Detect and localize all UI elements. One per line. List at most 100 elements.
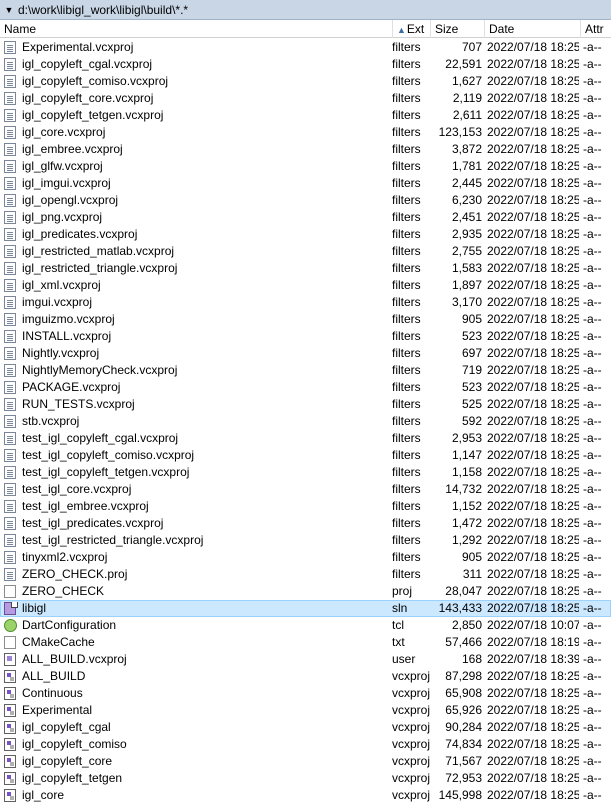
file-icon <box>4 500 18 513</box>
file-date: 2022/07/18 18:25 <box>487 91 579 105</box>
column-header-attr-label: Attr <box>585 22 604 36</box>
file-row[interactable]: igl_embree.vcxproj filters 3,872 2022/07/18… <box>0 141 611 158</box>
file-row[interactable]: igl_copyleft_core vcxproj 71,567 2022/07/18… <box>0 753 611 770</box>
column-header-date-label: Date <box>489 22 515 36</box>
file-ext: filters <box>392 550 421 564</box>
file-row[interactable]: igl_copyleft_comiso vcxproj 74,834 2022/07/… <box>0 736 611 753</box>
file-row[interactable]: CMakeCache txt 57,466 2022/07/18 18:19 -a-- <box>0 634 611 651</box>
file-date: 2022/07/18 18:25 <box>487 210 579 224</box>
file-size: 707 <box>461 40 482 54</box>
file-name: igl_png.vcxproj <box>22 210 103 224</box>
file-row[interactable]: test_igl_core.vcxproj filters 14,732 2022/0… <box>0 481 611 498</box>
file-row[interactable]: INSTALL.vcxproj filters 523 2022/07/18 18:2… <box>0 328 611 345</box>
file-row[interactable]: imguizmo.vcxproj filters 905 2022/07/18 18:… <box>0 311 611 328</box>
column-header-date[interactable]: Date <box>485 20 581 38</box>
file-row[interactable]: igl_copyleft_cgal vcxproj 90,284 2022/07/18… <box>0 719 611 736</box>
dropdown-arrow-icon[interactable]: ▼ <box>2 5 16 15</box>
file-row[interactable]: test_igl_predicates.vcxproj filters 1,472 2… <box>0 515 611 532</box>
file-name: igl_copyleft_core.vcxproj <box>22 91 154 105</box>
file-date: 2022/07/18 18:25 <box>487 567 579 581</box>
file-size: 1,152 <box>451 499 482 513</box>
file-name: igl_copyleft_core <box>22 754 113 768</box>
file-name: test_igl_embree.vcxproj <box>22 499 149 513</box>
file-ext: filters <box>392 91 421 105</box>
blank-file-icon-glyph <box>4 585 16 598</box>
file-ext: filters <box>392 108 421 122</box>
file-row[interactable]: libigl sln 143,433 2022/07/18 18:25 -a-- <box>0 600 611 617</box>
file-row[interactable]: igl_copyleft_cgal.vcxproj filters 22,591 20… <box>0 56 611 73</box>
file-row[interactable]: PACKAGE.vcxproj filters 523 2022/07/18 18:2… <box>0 379 611 396</box>
column-header-ext[interactable]: ▲Ext <box>393 20 431 38</box>
file-row[interactable]: ALL_BUILD.vcxproj user 168 2022/07/18 18:39… <box>0 651 611 668</box>
file-icon <box>4 449 18 462</box>
file-row[interactable]: igl_core.vcxproj filters 123,153 2022/07/18… <box>0 124 611 141</box>
file-size: 72,953 <box>445 771 482 785</box>
file-row[interactable]: igl_copyleft_tetgen vcxproj 72,953 2022/07/… <box>0 770 611 787</box>
file-attr: -a-- <box>583 380 602 394</box>
file-row[interactable]: igl_copyleft_comiso.vcxproj filters 1,627 2… <box>0 73 611 90</box>
file-row[interactable]: NightlyMemoryCheck.vcxproj filters 719 2022… <box>0 362 611 379</box>
file-row[interactable]: test_igl_embree.vcxproj filters 1,152 2022/… <box>0 498 611 515</box>
file-row[interactable]: igl_glfw.vcxproj filters 1,781 2022/07/18 1… <box>0 158 611 175</box>
sort-ascending-icon: ▲ <box>397 25 406 35</box>
file-icon-glyph <box>4 92 16 105</box>
file-icon <box>4 517 18 530</box>
file-row[interactable]: test_igl_restricted_triangle.vcxproj filt… <box>0 532 611 549</box>
file-row[interactable]: ZERO_CHECK.proj filters 311 2022/07/18 18:2… <box>0 566 611 583</box>
file-row[interactable]: igl_copyleft_core.vcxproj filters 2,119 202… <box>0 90 611 107</box>
file-attr: -a-- <box>583 397 602 411</box>
file-row[interactable]: test_igl_copyleft_cgal.vcxproj filters 2,9… <box>0 430 611 447</box>
vcxproj-icon-glyph <box>4 789 16 802</box>
file-row[interactable]: stb.vcxproj filters 592 2022/07/18 18:25 -a-… <box>0 413 611 430</box>
file-row[interactable]: igl_opengl.vcxproj filters 6,230 2022/07/18… <box>0 192 611 209</box>
file-row[interactable]: Continuous vcxproj 65,908 2022/07/18 18:25-… <box>0 685 611 702</box>
file-icon-glyph <box>4 483 16 496</box>
file-name: tinyxml2.vcxproj <box>22 550 108 564</box>
file-attr: -a-- <box>583 91 602 105</box>
file-ext: filters <box>392 414 421 428</box>
file-row[interactable]: igl_core vcxproj 145,998 2022/07/18 18:25 -a… <box>0 787 611 804</box>
column-header-size[interactable]: Size <box>431 20 485 38</box>
file-row[interactable]: igl_png.vcxproj filters 2,451 2022/07/18 18… <box>0 209 611 226</box>
file-date: 2022/07/18 18:25 <box>487 499 579 513</box>
file-size: 905 <box>461 312 482 326</box>
file-row[interactable]: Experimental.vcxproj filters 707 2022/07/18… <box>0 39 611 56</box>
file-row[interactable]: ZERO_CHECK proj 28,047 2022/07/18 18:25 -a-- <box>0 583 611 600</box>
file-row[interactable]: ALL_BUILD vcxproj 87,298 2022/07/18 18:25 -a… <box>0 668 611 685</box>
file-name: igl_core <box>22 788 65 802</box>
file-row[interactable]: imgui.vcxproj filters 3,170 2022/07/18 18:2… <box>0 294 611 311</box>
file-row[interactable]: igl_predicates.vcxproj filters 2,935 2022/0… <box>0 226 611 243</box>
file-ext: filters <box>392 261 421 275</box>
file-row[interactable]: Experimental vcxproj 65,926 2022/07/18 18:2… <box>0 702 611 719</box>
file-row[interactable]: RUN_TESTS.vcxproj filters 525 2022/07/18 18… <box>0 396 611 413</box>
file-name: PACKAGE.vcxproj <box>22 380 121 394</box>
file-row[interactable]: DartConfiguration tcl 2,850 2022/07/18 10:0… <box>0 617 611 634</box>
path-bar[interactable]: ▼ d:\work\libigl_work\libigl\build\*.* <box>0 0 611 20</box>
file-row[interactable]: igl_restricted_triangle.vcxproj filters 1,… <box>0 260 611 277</box>
file-ext: filters <box>392 176 421 190</box>
file-row[interactable]: Nightly.vcxproj filters 697 2022/07/18 18:2… <box>0 345 611 362</box>
file-row[interactable]: igl_copyleft_tetgen.vcxproj filters 2,611 2… <box>0 107 611 124</box>
file-row[interactable]: tinyxml2.vcxproj filters 905 2022/07/18 18:… <box>0 549 611 566</box>
file-row[interactable]: test_igl_copyleft_tetgen.vcxproj filters 1… <box>0 464 611 481</box>
file-row[interactable]: igl_imgui.vcxproj filters 2,445 2022/07/18 … <box>0 175 611 192</box>
file-name: test_igl_copyleft_cgal.vcxproj <box>22 431 179 445</box>
file-icon-glyph <box>4 228 16 241</box>
file-date: 2022/07/18 18:25 <box>487 40 579 54</box>
file-ext: vcxproj <box>392 771 431 785</box>
file-size: 905 <box>461 550 482 564</box>
file-size: 1,292 <box>451 533 482 547</box>
file-size: 2,755 <box>451 244 482 258</box>
file-row[interactable]: igl_xml.vcxproj filters 1,897 2022/07/18 18… <box>0 277 611 294</box>
file-name: test_igl_core.vcxproj <box>22 482 132 496</box>
file-size: 592 <box>461 414 482 428</box>
file-date: 2022/07/18 18:25 <box>487 295 579 309</box>
file-icon-glyph <box>4 279 16 292</box>
file-row[interactable]: test_igl_copyleft_comiso.vcxproj filters 1… <box>0 447 611 464</box>
file-ext: txt <box>392 635 405 649</box>
column-header-name[interactable]: Name <box>0 20 393 38</box>
file-row[interactable]: igl_restricted_matlab.vcxproj filters 2,75… <box>0 243 611 260</box>
column-header-attr[interactable]: Attr <box>581 20 611 38</box>
file-icon <box>4 381 18 394</box>
file-date: 2022/07/18 18:25 <box>487 312 579 326</box>
